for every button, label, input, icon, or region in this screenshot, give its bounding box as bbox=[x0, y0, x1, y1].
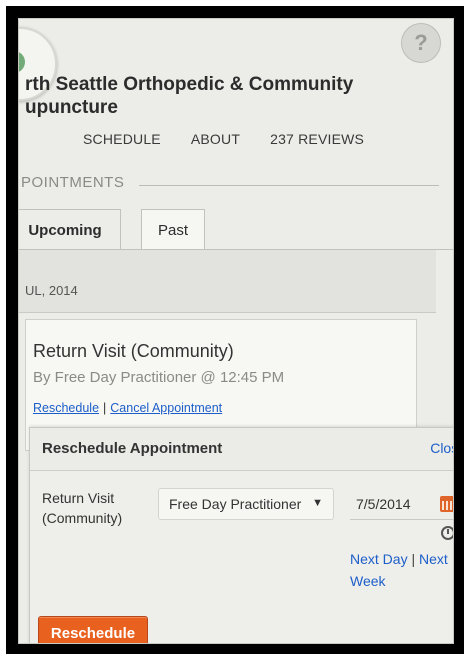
clock-icon[interactable] bbox=[441, 526, 453, 540]
panel-title: Reschedule Appointment bbox=[42, 440, 223, 457]
close-button[interactable]: Close bbox=[430, 440, 453, 456]
nav-reviews[interactable]: 237 REVIEWS bbox=[270, 131, 364, 147]
visit-type-label: Return Visit (Community) bbox=[42, 490, 123, 526]
appointments-heading: POINTMENTS bbox=[21, 174, 125, 191]
month-label: UL, 2014 bbox=[25, 283, 78, 298]
appointment-subtitle: By Free Day Practitioner @ 12:45 PM bbox=[33, 369, 285, 386]
cancel-appointment-link[interactable]: Cancel Appointment bbox=[110, 401, 222, 415]
nav-schedule[interactable]: SCHEDULE bbox=[83, 131, 161, 147]
nav-about[interactable]: ABOUT bbox=[191, 131, 240, 147]
practitioner-select[interactable]: Free Day Practitioner ▼ bbox=[158, 488, 334, 520]
section-divider bbox=[139, 185, 439, 186]
date-shortcuts: Next Day | Next Week bbox=[350, 548, 453, 592]
tab-upcoming[interactable]: Upcoming bbox=[19, 209, 121, 250]
panel-header: Reschedule Appointment Close bbox=[30, 428, 453, 471]
appointment-title: Return Visit (Community) bbox=[33, 341, 234, 361]
tab-past[interactable]: Past bbox=[141, 209, 205, 250]
photo-frame: ? rth Seattle Orthopedic & Community upu… bbox=[6, 6, 464, 654]
clinic-nav: SCHEDULE ABOUT 237 REVIEWS bbox=[83, 131, 364, 147]
next-day-link[interactable]: Next Day bbox=[350, 551, 408, 567]
month-band bbox=[19, 250, 436, 313]
reschedule-link[interactable]: Reschedule bbox=[33, 401, 99, 415]
calendar-icon[interactable] bbox=[440, 496, 453, 512]
appointment-actions: Reschedule | Cancel Appointment bbox=[33, 401, 222, 415]
clinic-title: rth Seattle Orthopedic & Community upunc… bbox=[25, 74, 354, 118]
reschedule-button[interactable]: Reschedule bbox=[38, 616, 148, 643]
reschedule-panel: Reschedule Appointment Close Return Visi… bbox=[29, 427, 453, 643]
screen-content: ? rth Seattle Orthopedic & Community upu… bbox=[19, 19, 453, 643]
phone-screen: ? rth Seattle Orthopedic & Community upu… bbox=[18, 18, 454, 644]
practitioner-value: Free Day Practitioner bbox=[169, 496, 302, 512]
dropdown-caret-icon: ▼ bbox=[312, 497, 323, 509]
date-input[interactable]: 7/5/2014 bbox=[350, 488, 453, 520]
user-placeholder-icon[interactable]: ? bbox=[401, 23, 441, 63]
link-separator: | bbox=[103, 401, 107, 415]
link-separator: | bbox=[411, 551, 419, 567]
